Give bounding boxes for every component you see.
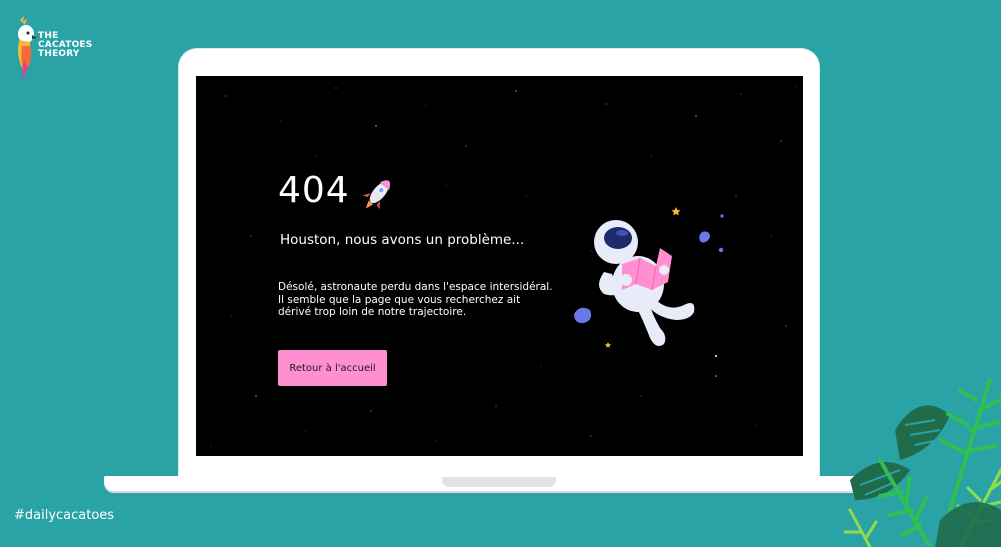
- brand-name: THE CACATOES THEORY: [38, 32, 92, 59]
- brand-logo: THE CACATOES THEORY: [14, 16, 124, 80]
- description-line: Désolé, astronaute perdu dans l'espace i…: [278, 281, 553, 293]
- description-line: dérivé trop loin de notre trajectoire.: [278, 306, 467, 318]
- description-line: Il semble que la page que vous recherche…: [278, 293, 521, 306]
- laptop-notch: [442, 477, 556, 487]
- brand-line-3: THEORY: [38, 49, 80, 59]
- hashtag-label: #dailycacatoes: [14, 508, 115, 523]
- laptop-screen: 404 Houston, nous avons un problème... D…: [196, 76, 803, 456]
- description: Désolé, astronaute perdu dans l'espace i…: [278, 281, 578, 319]
- astronaut-illustration: [574, 207, 724, 357]
- cockatoo-icon: [18, 16, 37, 80]
- back-home-button[interactable]: Retour à l'accueil: [278, 350, 387, 386]
- headline: Houston, nous avons un problème...: [280, 232, 525, 248]
- plant-decoration: [843, 378, 1001, 547]
- rocket-icon: [362, 180, 391, 210]
- error-code: 404: [278, 170, 350, 211]
